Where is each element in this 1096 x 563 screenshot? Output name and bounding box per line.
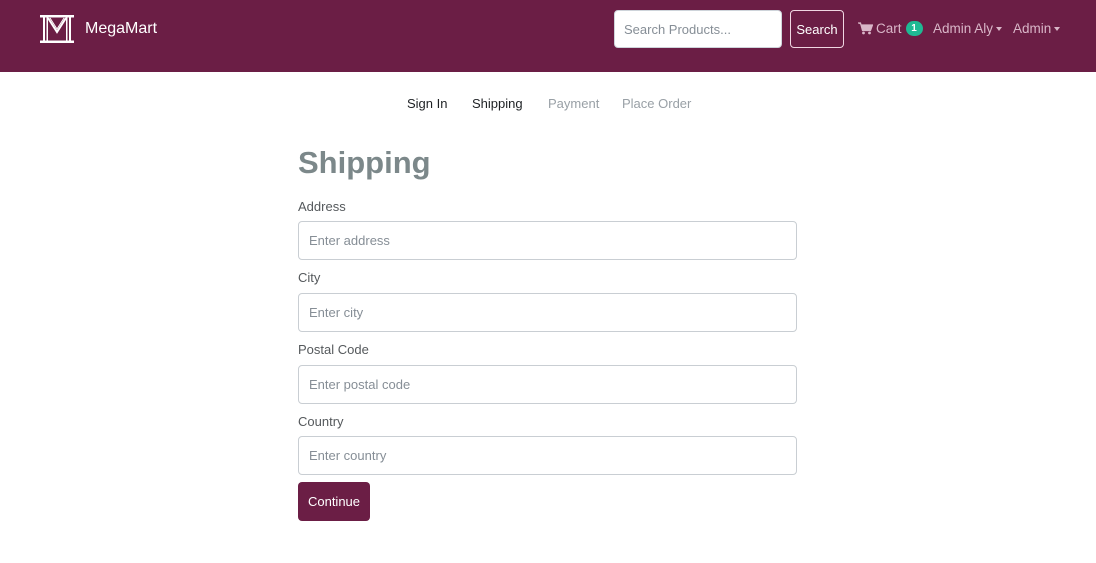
step-shipping[interactable]: Shipping (472, 96, 523, 111)
country-label: Country (298, 414, 344, 429)
checkout-steps: Sign In Shipping Payment Place Order (0, 96, 1096, 112)
shopping-cart-icon (858, 21, 873, 34)
address-label: Address (298, 199, 346, 214)
city-field[interactable] (298, 293, 797, 332)
admin-menu-toggle[interactable]: Admin (1013, 19, 1061, 37)
cart-label: Cart (876, 20, 902, 36)
search-button[interactable]: Search (790, 10, 844, 48)
brand-link[interactable]: MegaMart (39, 14, 157, 44)
admin-menu-label: Admin (1013, 20, 1052, 36)
navbar: MegaMart Search Cart 1 Admin Aly Admin (0, 0, 1096, 72)
step-payment: Payment (548, 96, 600, 111)
postal-code-field[interactable] (298, 365, 797, 404)
page-title: Shipping (298, 145, 431, 180)
cart-count-badge: 1 (905, 20, 923, 36)
postal-code-label: Postal Code (298, 342, 369, 357)
user-menu-toggle[interactable]: Admin Aly (933, 19, 1003, 37)
city-label: City (298, 270, 321, 285)
brand-name: MegaMart (85, 20, 158, 37)
caret-down-icon (1054, 26, 1061, 31)
search-input[interactable] (614, 10, 782, 48)
step-sign-in[interactable]: Sign In (407, 96, 447, 111)
caret-down-icon (996, 26, 1003, 31)
cart-link[interactable]: Cart 1 (858, 19, 923, 37)
address-field[interactable] (298, 221, 797, 260)
step-place-order: Place Order (622, 96, 692, 111)
megamart-logo-icon (40, 15, 74, 43)
continue-button[interactable]: Continue (298, 482, 370, 521)
country-field[interactable] (298, 436, 797, 475)
user-menu-label: Admin Aly (933, 20, 994, 36)
